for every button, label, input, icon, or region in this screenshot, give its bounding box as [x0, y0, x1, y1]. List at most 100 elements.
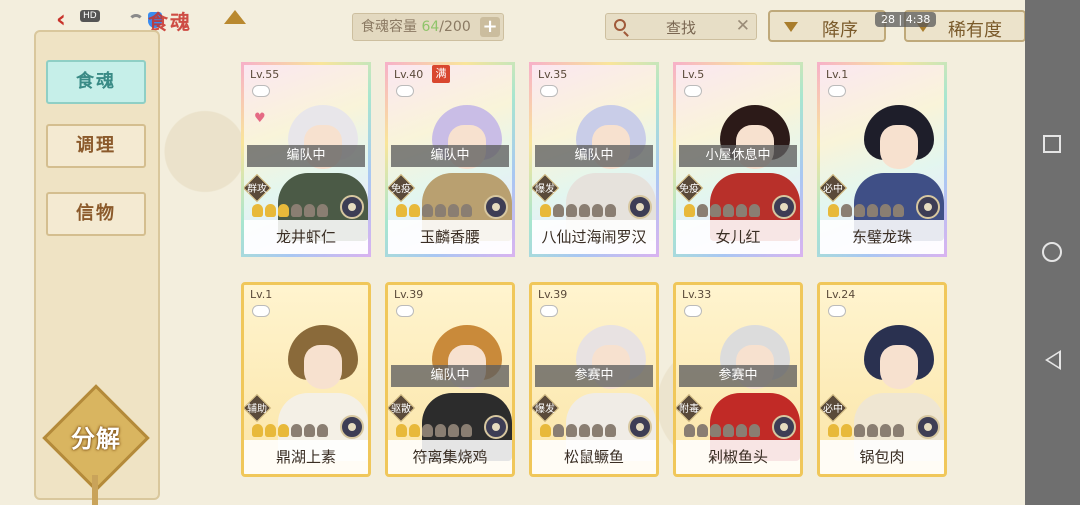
decompose-label: 分解	[71, 425, 121, 453]
card-name: 东璧龙珠	[820, 220, 944, 254]
add-capacity-button[interactable]: +	[480, 17, 500, 37]
character-card[interactable]: Lv.1 辅助 鼎湖上素	[241, 282, 371, 477]
role-label: 免疫	[391, 184, 411, 195]
star-icon	[684, 204, 695, 217]
element-icon	[340, 415, 364, 439]
card-level: Lv.39	[394, 288, 424, 301]
card-name: 剁椒鱼头	[676, 440, 800, 474]
star-icon	[461, 424, 472, 437]
star-icon	[893, 204, 904, 217]
element-icon	[628, 415, 652, 439]
card-name: 玉麟香腰	[388, 220, 512, 254]
card-status: 参赛中	[679, 365, 797, 387]
character-card[interactable]: Lv.5 小屋休息中 免疫 女儿红	[673, 62, 803, 257]
card-level: Lv.1	[250, 288, 273, 301]
search-box[interactable]: 查找 ✕	[605, 13, 757, 40]
star-icon	[540, 424, 551, 437]
chat-bubble-icon	[396, 305, 414, 317]
character-card[interactable]: Lv.39 参赛中 爆发 松鼠鳜鱼	[529, 282, 659, 477]
star-icon	[605, 424, 616, 437]
chat-bubble-icon	[252, 85, 270, 97]
star-rating	[540, 424, 616, 438]
character-card[interactable]: Lv.35 编队中 爆发 八仙过海闹罗汉	[529, 62, 659, 257]
star-icon	[409, 204, 420, 217]
star-rating	[396, 424, 472, 438]
chat-bubble-icon	[540, 305, 558, 317]
character-card[interactable]: Lv.39 编队中 驱散 符离集烧鸡	[385, 282, 515, 477]
role-badge: 必中	[820, 173, 848, 203]
star-icon	[396, 204, 407, 217]
card-level: Lv.24	[826, 288, 856, 301]
tab-tiaoli[interactable]: 调理	[46, 124, 146, 168]
star-icon	[278, 424, 289, 437]
role-badge: 群攻	[244, 173, 272, 203]
star-icon	[291, 424, 302, 437]
character-card[interactable]: Lv.40 满编队中 免疫 玉麟香腰	[385, 62, 515, 257]
star-icon	[841, 424, 852, 437]
close-icon[interactable]: ✕	[736, 16, 750, 36]
chat-bubble-icon	[684, 305, 702, 317]
star-icon	[723, 204, 734, 217]
card-name: 八仙过海闹罗汉	[532, 220, 656, 254]
chat-bubble-icon	[252, 305, 270, 317]
tassel-decoration	[92, 475, 98, 505]
star-icon	[448, 424, 459, 437]
card-level: Lv.55	[250, 68, 280, 81]
card-status: 参赛中	[535, 365, 653, 387]
star-icon	[461, 204, 472, 217]
chat-bubble-icon	[540, 85, 558, 97]
star-icon	[435, 204, 446, 217]
capacity-label: 食魂容量	[361, 19, 417, 35]
role-label: 爆发	[535, 404, 555, 415]
card-name: 符离集烧鸡	[388, 440, 512, 474]
tab-shihun[interactable]: 食魂	[46, 60, 146, 104]
role-label: 必中	[823, 184, 843, 195]
sort-order-button[interactable]: 降序	[768, 10, 886, 42]
character-card[interactable]: Lv.1 必中 东璧龙珠	[817, 62, 947, 257]
star-icon	[265, 204, 276, 217]
card-status: 编队中	[247, 145, 365, 167]
star-icon	[710, 424, 721, 437]
status-indicator: HD	[80, 10, 100, 22]
recent-apps-icon[interactable]	[1043, 135, 1061, 153]
star-icon	[566, 204, 577, 217]
role-badge: 必中	[820, 393, 848, 423]
star-icon	[736, 204, 747, 217]
tab-xinwu[interactable]: 信物	[46, 192, 146, 236]
star-rating	[540, 204, 616, 218]
character-card[interactable]: Lv.33 参赛中 附毒 剁椒鱼头	[673, 282, 803, 477]
card-status: 小屋休息中	[679, 145, 797, 167]
star-icon	[828, 204, 839, 217]
back-icon[interactable]	[1045, 350, 1061, 370]
wifi-icon	[128, 14, 144, 26]
capacity-max: /200	[439, 19, 471, 35]
heart-icon: ♥	[254, 111, 266, 126]
character-card[interactable]: Lv.24 必中 锅包肉	[817, 282, 947, 477]
star-rating	[252, 204, 328, 218]
role-badge: 免疫	[676, 173, 704, 203]
home-icon[interactable]	[1042, 242, 1062, 262]
element-icon	[484, 415, 508, 439]
star-icon	[422, 204, 433, 217]
element-icon	[916, 415, 940, 439]
element-icon	[916, 195, 940, 219]
star-icon	[252, 204, 263, 217]
star-icon	[710, 204, 721, 217]
star-icon	[540, 204, 551, 217]
star-icon	[828, 424, 839, 437]
star-icon	[592, 204, 603, 217]
character-card[interactable]: Lv.55 ♥ 编队中 群攻 龙井虾仁	[241, 62, 371, 257]
star-rating	[396, 204, 472, 218]
role-badge: 免疫	[388, 173, 416, 203]
chat-bubble-icon	[684, 85, 702, 97]
card-status: 编队中	[391, 145, 509, 167]
role-badge: 附毒	[676, 393, 704, 423]
capacity-display: 食魂容量 64/200 +	[352, 13, 504, 41]
role-label: 爆发	[535, 184, 555, 195]
star-rating	[252, 424, 328, 438]
star-icon	[396, 424, 407, 437]
star-rating	[828, 424, 904, 438]
star-rating	[684, 204, 760, 218]
crown-icon	[222, 8, 248, 28]
role-label: 辅助	[247, 404, 267, 415]
